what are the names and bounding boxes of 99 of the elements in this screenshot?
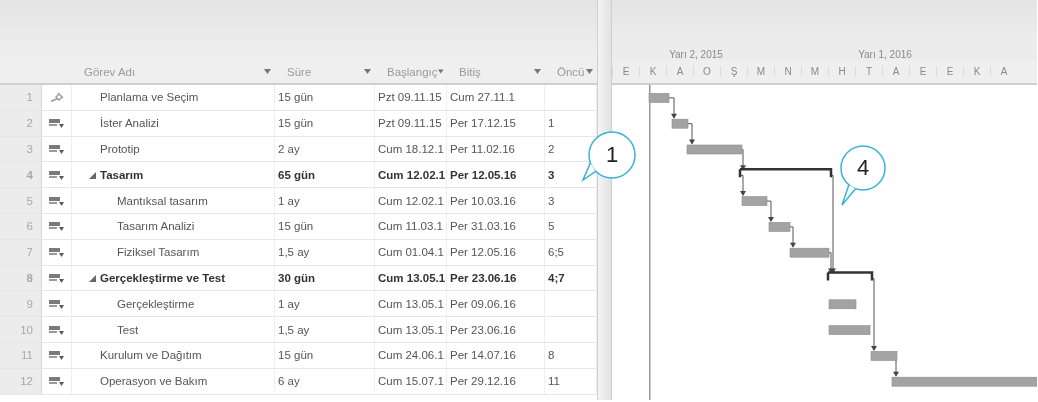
finish-date-cell: Per 23.06.16 — [447, 317, 545, 343]
task-bar — [741, 196, 768, 206]
row-number: 10 — [0, 317, 42, 343]
start-date-cell: Pzt 09.11.15 — [375, 85, 447, 111]
finish-date-cell: Per 14.07.16 — [447, 342, 545, 369]
start-date-cell: Cum 01.04.1 — [375, 239, 447, 266]
collapse-triangle-icon[interactable] — [88, 170, 96, 179]
start-date-cell: Pzt 09.11.15 — [375, 110, 447, 137]
duration-cell: 15 gün — [275, 342, 375, 369]
start-date-cell: Cum 13.05.1 — [375, 291, 447, 318]
finish-date-cell: Per 23.06.16 — [447, 265, 545, 292]
task-bar — [686, 144, 743, 155]
finish-date-cell: Per 12.05.16 — [447, 162, 545, 189]
month-label: E — [936, 66, 963, 77]
finish-date-cell: Per 12.05.16 — [447, 239, 545, 266]
dropdown-arrow-icon[interactable] — [586, 69, 593, 74]
month-label: H — [828, 66, 855, 77]
summary-bar — [826, 271, 874, 282]
start-date-cell: Cum 11.03.1 — [375, 214, 447, 240]
duration-cell: 1,5 ay — [275, 239, 375, 266]
task-name: Gerçekleştirme — [117, 297, 195, 310]
dropdown-arrow-icon[interactable] — [264, 69, 271, 74]
duration-cell: 6 ay — [275, 368, 375, 395]
start-date-cell: Cum 18.12.1 — [375, 136, 447, 163]
finish-date-cell: Cum 27.11.1 — [447, 85, 545, 111]
task-name: Test — [117, 323, 139, 336]
row-number: 12 — [0, 368, 42, 395]
month-label: A — [990, 66, 1017, 77]
row-number: 11 — [0, 342, 42, 369]
duration-cell: 30 gün — [275, 265, 375, 292]
task-name: Operasyon ve Bakım — [100, 375, 208, 388]
start-date-cell: Cum 24.06.1 — [375, 342, 447, 369]
month-label: K — [639, 66, 666, 77]
timescale-label: Yarı 1, 2016 — [857, 49, 913, 60]
task-name: Tasarım — [100, 168, 144, 181]
row-number: 6 — [0, 214, 42, 240]
task-name: Fiziksel Tasarım — [117, 246, 200, 259]
task-name: Mantıksal tasarım — [117, 194, 208, 207]
task-name: Gerçekleştirme ve Test — [100, 271, 226, 284]
column-header[interactable]: Öncü — [557, 65, 585, 78]
start-date-cell: Cum 13.05.1 — [375, 317, 447, 343]
month-label: T — [855, 66, 882, 77]
month-label: A — [666, 66, 693, 77]
row-number: 2 — [0, 110, 42, 137]
collapse-triangle-icon[interactable] — [88, 273, 96, 282]
month-label: E — [612, 66, 639, 77]
duration-cell: 15 gün — [275, 214, 375, 240]
finish-date-cell: Per 29.12.16 — [447, 368, 545, 395]
duration-cell: 1 ay — [275, 291, 375, 318]
task-bar — [828, 325, 871, 335]
month-label: E — [909, 66, 936, 77]
duration-cell: 15 gün — [275, 110, 375, 137]
task-bar — [828, 299, 857, 310]
task-bar — [768, 222, 791, 232]
month-label: Ş — [720, 66, 747, 77]
dropdown-arrow-icon[interactable] — [437, 69, 443, 74]
start-date-cell: Cum 15.07.1 — [375, 368, 447, 395]
duration-cell: 1 ay — [275, 188, 375, 214]
finish-date-cell: Per 09.06.16 — [447, 291, 545, 318]
column-header[interactable]: Görev Adı — [84, 65, 136, 78]
finish-date-cell: Per 11.02.16 — [447, 136, 545, 163]
row-number: 1 — [0, 85, 42, 111]
dropdown-arrow-icon[interactable] — [534, 69, 541, 74]
finish-date-cell: Per 31.03.16 — [447, 214, 545, 240]
task-name: Prototip — [100, 143, 140, 155]
finish-date-cell: Per 17.12.15 — [447, 110, 545, 137]
duration-cell: 1,5 ay — [275, 317, 375, 343]
month-label: M — [801, 66, 828, 77]
month-label: N — [774, 66, 801, 77]
task-name: Kurulum ve Dağıtım — [100, 349, 202, 362]
row-number: 8 — [0, 265, 42, 292]
task-name: Planlama ve Seçim — [100, 91, 199, 104]
row-number: 4 — [0, 162, 42, 189]
duration-cell: 65 gün — [275, 162, 375, 189]
row-number: 7 — [0, 239, 42, 266]
column-header[interactable]: Başlangıç — [387, 65, 438, 78]
column-header[interactable]: Süre — [287, 65, 312, 78]
start-date-cell: Cum 13.05.1 — [375, 265, 447, 292]
duration-cell: 2 ay — [275, 136, 375, 163]
task-name: İster Analizi — [100, 117, 159, 130]
column-header[interactable]: Bitiş — [459, 65, 481, 78]
row-number: 9 — [0, 291, 42, 318]
task-bar — [789, 247, 830, 258]
task-bar — [671, 118, 689, 129]
task-bar — [870, 351, 898, 361]
start-date-cell: Cum 12.02.1 — [375, 162, 447, 189]
row-number: 5 — [0, 188, 42, 214]
month-label: K — [963, 66, 990, 77]
timescale-label: Yarı 2, 2015 — [668, 49, 724, 60]
month-label: M — [747, 66, 774, 77]
finish-date-cell: Per 10.03.16 — [447, 188, 545, 214]
start-date-cell: Cum 12.02.1 — [375, 188, 447, 214]
month-label: O — [693, 66, 720, 77]
duration-cell: 15 gün — [275, 85, 375, 111]
task-bar — [648, 93, 670, 103]
dropdown-arrow-icon[interactable] — [364, 69, 371, 74]
task-name: Tasarım Analizi — [117, 220, 195, 233]
row-number: 3 — [0, 136, 42, 163]
month-label: A — [882, 66, 909, 77]
